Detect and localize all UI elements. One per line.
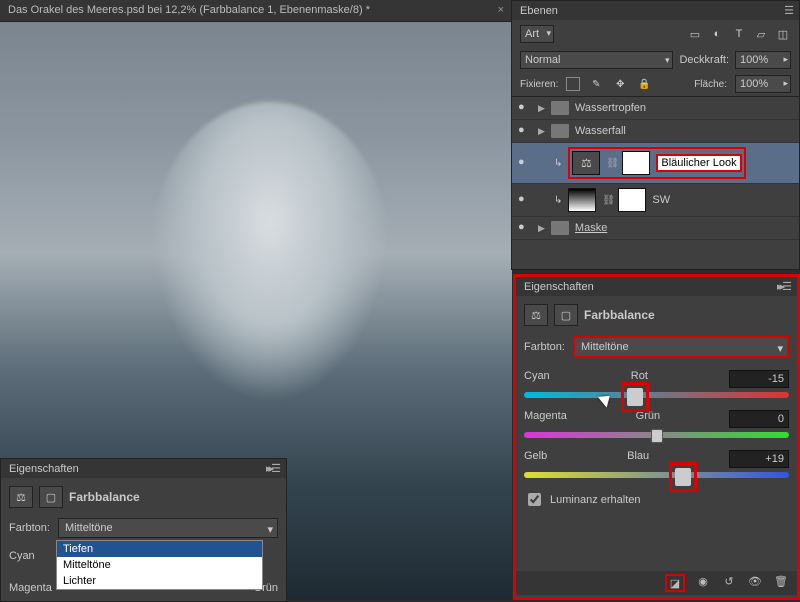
close-tab-icon[interactable]: × <box>498 4 504 16</box>
layers-panel-title: Ebenen <box>520 5 558 17</box>
properties-left-title: Eigenschaften <box>9 463 79 475</box>
adjustment-icon[interactable]: ⚖ <box>9 486 33 508</box>
mask-thumb[interactable] <box>618 188 646 212</box>
properties-title: Eigenschaften <box>524 281 594 293</box>
toggle-visibility-icon[interactable]: 👁 <box>747 574 763 588</box>
slider-left-label: Cyan <box>524 370 550 388</box>
blend-mode-select[interactable]: Normal <box>520 51 673 69</box>
properties-left-header: Eigenschaften ▸▸ ☰ <box>1 459 286 478</box>
slider-left-label: Gelb <box>524 450 547 468</box>
slider-knob[interactable] <box>621 382 649 412</box>
clip-icon: ↳ <box>554 195 562 206</box>
tone-select[interactable]: Mitteltöne <box>573 336 789 358</box>
filter-shape-icon[interactable]: ▱ <box>753 27 769 41</box>
slider-right-label: Blau <box>627 450 649 468</box>
slider-value-input[interactable]: 0 <box>729 410 789 428</box>
view-previous-icon[interactable]: ◉ <box>695 574 711 588</box>
layer-label: Wassertropfen <box>575 102 646 114</box>
cyan-label: Cyan <box>9 550 35 562</box>
slider-left-label: Magenta <box>524 410 567 428</box>
fill-input[interactable]: 100% <box>735 75 791 93</box>
panel-menu-icon[interactable]: ▸▸ ☰ <box>777 280 789 293</box>
dropdown-option[interactable]: Tiefen <box>57 541 262 557</box>
lock-brush-icon[interactable]: ✎ <box>588 77 604 91</box>
opacity-label: Deckkraft: <box>679 54 729 66</box>
reset-icon[interactable]: ↺ <box>721 574 737 588</box>
adjustment-name: Farbbalance <box>69 490 140 504</box>
layer-label: SW <box>652 194 670 206</box>
adjustment-name: Farbbalance <box>584 308 655 322</box>
layer-adjustment[interactable]: ↳ ⚖ ⛓ Bläulicher Look <box>512 143 799 184</box>
link-icon[interactable]: ⛓ <box>606 158 616 169</box>
fill-label: Fläche: <box>694 79 727 90</box>
trash-icon[interactable]: 🗑 <box>773 574 789 588</box>
cyan-red-slider[interactable] <box>524 392 789 398</box>
document-tab[interactable]: Das Orakel des Meeres.psd bei 12,2% (Far… <box>0 0 512 22</box>
tone-label: Farbton: <box>524 341 565 353</box>
folder-icon <box>551 101 569 115</box>
properties-header: Eigenschaften ▸▸ ☰ <box>516 277 797 296</box>
tone-dropdown[interactable]: Tiefen Mitteltöne Lichter <box>56 540 263 590</box>
slider-value-input[interactable]: -15 <box>729 370 789 388</box>
adjustment-icon[interactable]: ⚖ <box>524 304 548 326</box>
luminance-checkbox[interactable]: Luminanz erhalten <box>524 490 789 509</box>
slider-value-input[interactable]: +19 <box>729 450 789 468</box>
balance-thumb-icon: ⚖ <box>572 151 600 175</box>
mask-thumb[interactable] <box>622 151 650 175</box>
lock-label: Fixieren: <box>520 79 558 90</box>
slider-right-label: Grün <box>636 410 660 428</box>
layer-label: Wasserfall <box>575 125 626 137</box>
layer-adjustment[interactable]: ↳ ⛓ SW <box>512 184 799 217</box>
magenta-green-slider[interactable] <box>524 432 789 438</box>
visibility-icon[interactable] <box>518 124 532 138</box>
magenta-label: Magenta <box>9 582 52 594</box>
expand-icon[interactable]: ▶ <box>538 126 545 137</box>
clip-to-layer-icon[interactable]: ◪ <box>665 574 685 592</box>
tone-select[interactable]: Mitteltöne <box>58 518 278 538</box>
visibility-icon[interactable] <box>518 221 532 235</box>
cursor-icon <box>601 392 615 410</box>
tone-label: Farbton: <box>9 522 50 534</box>
document-title: Das Orakel des Meeres.psd bei 12,2% (Far… <box>8 4 370 16</box>
filter-adjust-icon[interactable]: ◐ <box>709 27 725 41</box>
dropdown-option[interactable]: Lichter <box>57 573 262 589</box>
layer-group[interactable]: ▶ Maske <box>512 217 799 240</box>
yellow-blue-slider[interactable] <box>524 472 789 478</box>
layer-group[interactable]: ▶ Wassertropfen <box>512 97 799 120</box>
folder-icon <box>551 221 569 235</box>
visibility-icon[interactable] <box>518 156 532 170</box>
mask-panel-icon[interactable]: ▢ <box>554 304 578 326</box>
properties-panel-left: Eigenschaften ▸▸ ☰ ⚖ ▢ Farbbalance Farbt… <box>0 458 287 602</box>
lock-move-icon[interactable]: ✥ <box>612 77 628 91</box>
folder-icon <box>551 124 569 138</box>
dropdown-option[interactable]: Mitteltöne <box>57 557 262 573</box>
layer-name-edit[interactable]: Bläulicher Look <box>656 154 741 172</box>
layers-panel-header: Ebenen ☰ <box>512 1 799 20</box>
opacity-input[interactable]: 100% <box>735 51 791 69</box>
expand-icon[interactable]: ▶ <box>538 223 545 234</box>
lock-all-icon[interactable]: 🔒 <box>636 77 652 91</box>
visibility-icon[interactable] <box>518 193 532 207</box>
panel-menu-icon[interactable]: ▸▸ ☰ <box>266 462 278 475</box>
layer-group[interactable]: ▶ Wasserfall <box>512 120 799 143</box>
layers-panel: Ebenen ☰ Art ▭ ◐ T ▱ ◫ Normal Deckkraft:… <box>511 0 800 270</box>
layer-label: Maske <box>575 222 607 234</box>
panel-menu-icon[interactable]: ☰ <box>784 4 791 17</box>
filter-type-icon[interactable]: T <box>731 27 747 41</box>
filter-kind-select[interactable]: Art <box>520 25 554 43</box>
slider-knob[interactable] <box>669 462 697 492</box>
lock-transparency-icon[interactable] <box>566 77 580 91</box>
slider-knob[interactable] <box>651 429 663 443</box>
clip-icon: ↳ <box>554 158 562 169</box>
properties-panel: Eigenschaften ▸▸ ☰ ⚖ ▢ Farbbalance Farbt… <box>513 274 800 600</box>
bw-thumb-icon <box>568 188 596 212</box>
visibility-icon[interactable] <box>518 101 532 115</box>
expand-icon[interactable]: ▶ <box>538 103 545 114</box>
mask-panel-icon[interactable]: ▢ <box>39 486 63 508</box>
filter-pixel-icon[interactable]: ▭ <box>687 27 703 41</box>
link-icon[interactable]: ⛓ <box>602 195 612 206</box>
filter-smart-icon[interactable]: ◫ <box>775 27 791 41</box>
luminance-label: Luminanz erhalten <box>550 494 641 506</box>
